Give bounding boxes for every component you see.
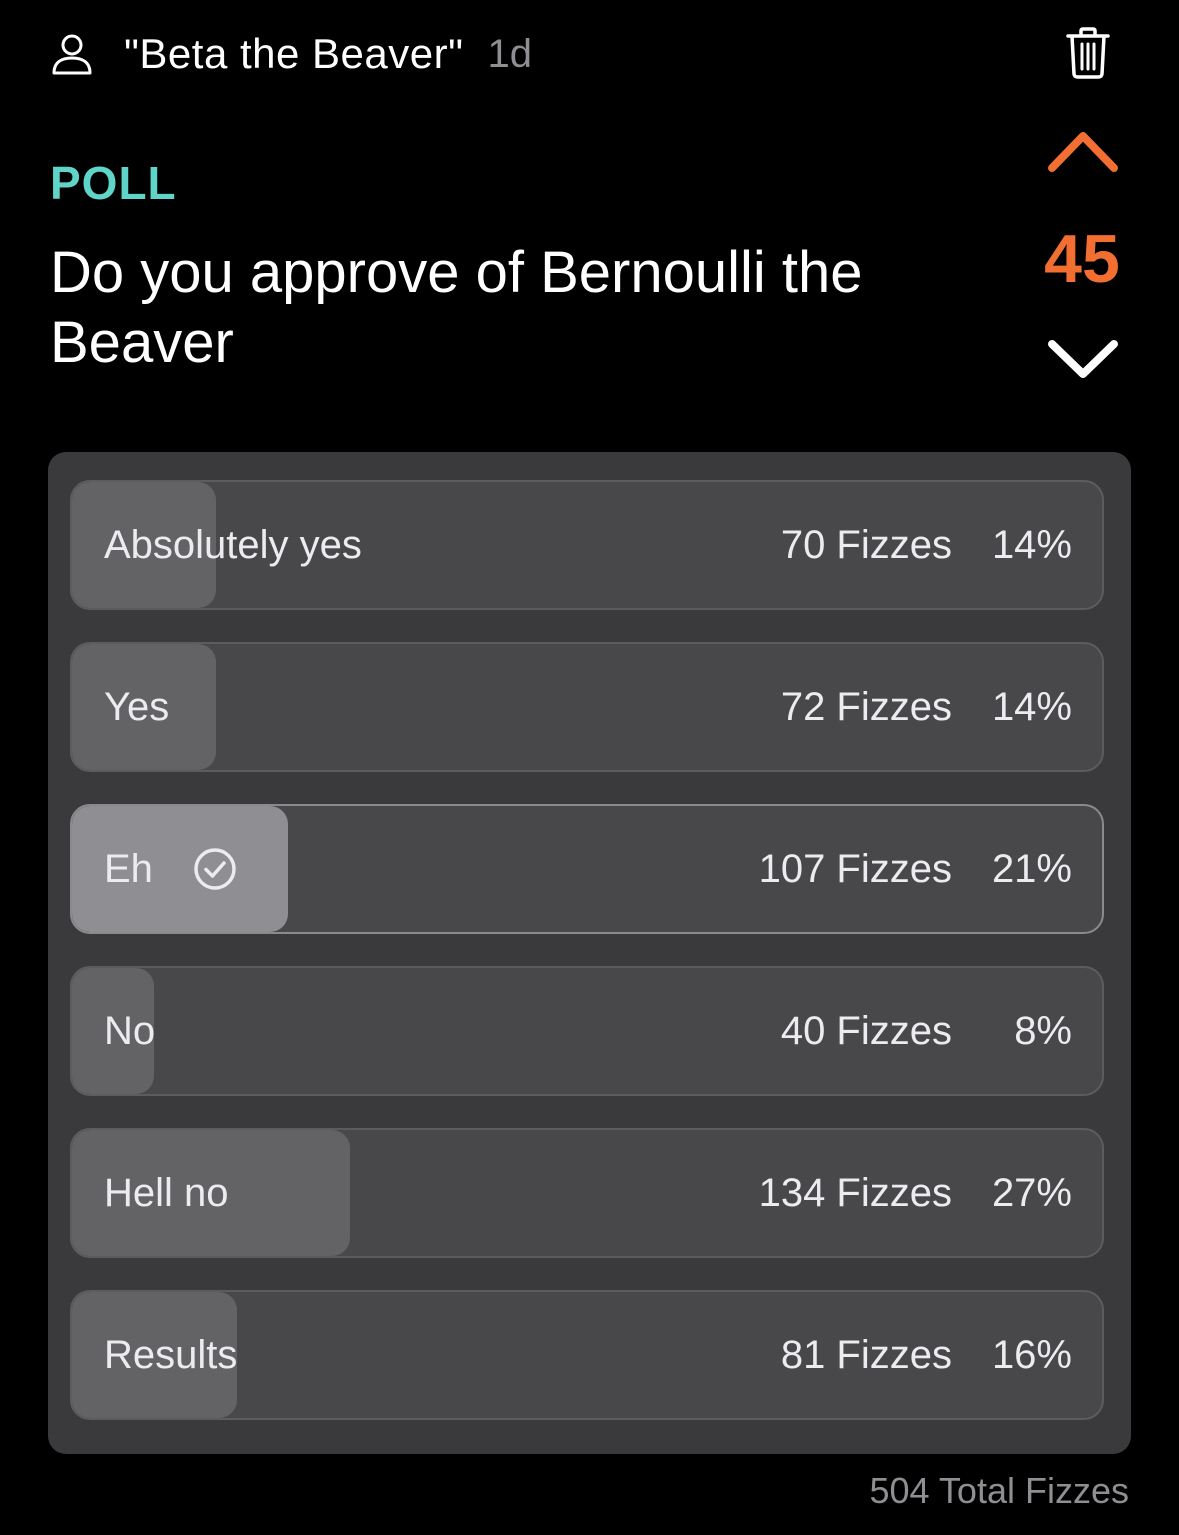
poll-card: Absolutely yes 70 Fizzes 14% Yes 72 Fizz…: [48, 452, 1131, 1454]
check-circle-icon: [194, 848, 236, 890]
option-label: Results: [104, 1333, 238, 1377]
option-count: 40 Fizzes: [780, 1009, 952, 1053]
poll-option[interactable]: Absolutely yes 70 Fizzes 14%: [70, 480, 1104, 610]
downvote-chevron-down-icon[interactable]: [1046, 334, 1120, 384]
option-count: 72 Fizzes: [780, 685, 952, 729]
option-count: 81 Fizzes: [780, 1333, 952, 1377]
author-name[interactable]: "Beta the Beaver": [124, 30, 464, 78]
option-percent: 21%: [991, 847, 1072, 891]
post-age: 1d: [487, 31, 533, 76]
option-label: Yes: [104, 685, 170, 729]
option-percent: 14%: [991, 685, 1072, 729]
option-count: 107 Fizzes: [758, 847, 952, 891]
trash-icon[interactable]: [1064, 26, 1112, 80]
poll-tag: POLL: [50, 157, 177, 209]
option-count: 134 Fizzes: [758, 1171, 952, 1215]
poll-option[interactable]: Yes 72 Fizzes 14%: [70, 642, 1104, 772]
option-count: 70 Fizzes: [780, 523, 952, 567]
option-percent: 8%: [1014, 1009, 1072, 1053]
total-fizzes: 504 Total Fizzes: [869, 1470, 1129, 1511]
vote-score: 45: [1044, 221, 1120, 297]
option-label: Eh: [104, 806, 237, 932]
option-percent: 16%: [991, 1333, 1072, 1377]
option-percent: 27%: [991, 1171, 1072, 1215]
option-percent: 14%: [991, 523, 1072, 567]
user-icon[interactable]: [50, 32, 94, 76]
option-label: No: [104, 1009, 156, 1053]
poll-option-selected[interactable]: Eh 107 Fizzes 21%: [70, 804, 1104, 934]
post-header: "Beta the Beaver" 1d: [50, 28, 532, 80]
poll-option[interactable]: Results 81 Fizzes 16%: [70, 1290, 1104, 1420]
poll-option[interactable]: No 40 Fizzes 8%: [70, 966, 1104, 1096]
upvote-chevron-up-icon[interactable]: [1046, 126, 1120, 176]
poll-option[interactable]: Hell no 134 Fizzes 27%: [70, 1128, 1104, 1258]
option-label: Hell no: [104, 1171, 229, 1215]
poll-question: Do you approve of Bernoulli the Beaver: [50, 240, 863, 375]
option-label: Absolutely yes: [104, 523, 362, 567]
